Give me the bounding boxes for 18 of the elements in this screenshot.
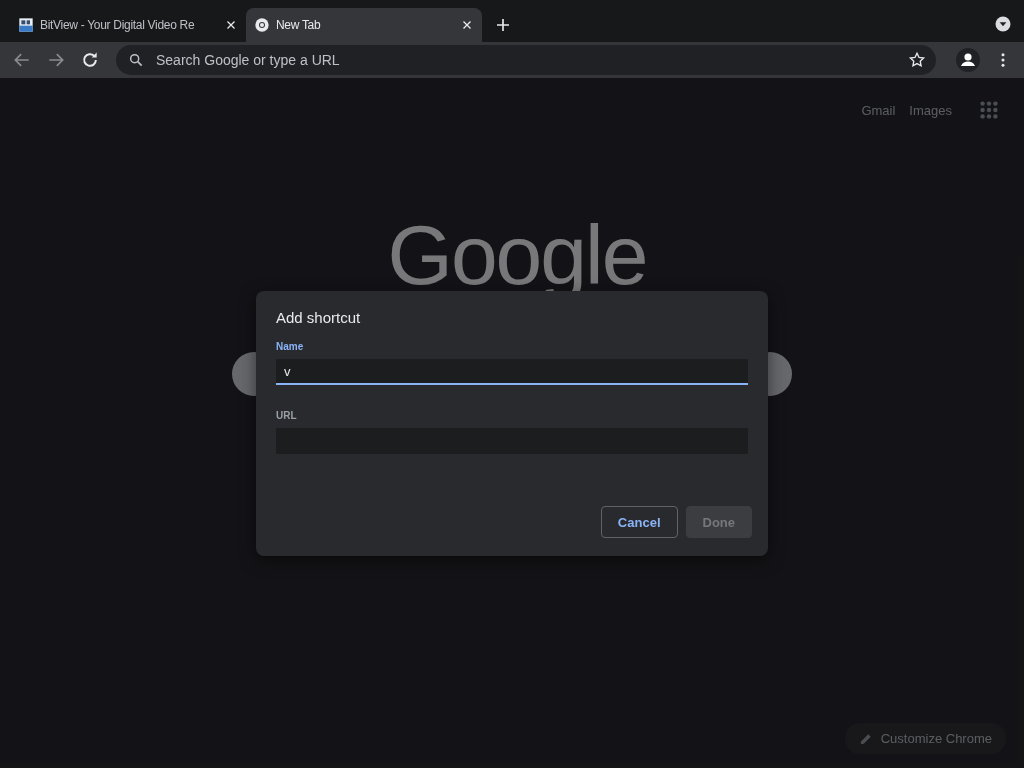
dropdown-icon[interactable] [994, 15, 1012, 33]
dialog-title: Add shortcut [276, 309, 362, 326]
dialog-button[interactable]: Cancel [600, 506, 678, 538]
bookmark-star-icon[interactable] [908, 51, 926, 69]
address-bar[interactable]: Search Google or type a URL [116, 45, 936, 75]
pencil-icon [858, 731, 873, 746]
input-field[interactable]: v [276, 359, 748, 385]
field-label: Name [276, 341, 304, 352]
chrome-icon [254, 17, 270, 33]
site-favicon-icon [18, 17, 34, 33]
search-icon [128, 52, 144, 68]
field-label: URL [276, 410, 297, 421]
logo-text: Google [386, 213, 648, 297]
browser-tab[interactable]: BitView - Your Digital Video Re [10, 8, 246, 42]
reload-icon[interactable] [80, 50, 100, 70]
profile-icon[interactable] [956, 48, 980, 72]
new-tab-icon[interactable] [494, 16, 512, 34]
browser-tab[interactable]: New Tab [246, 8, 482, 42]
